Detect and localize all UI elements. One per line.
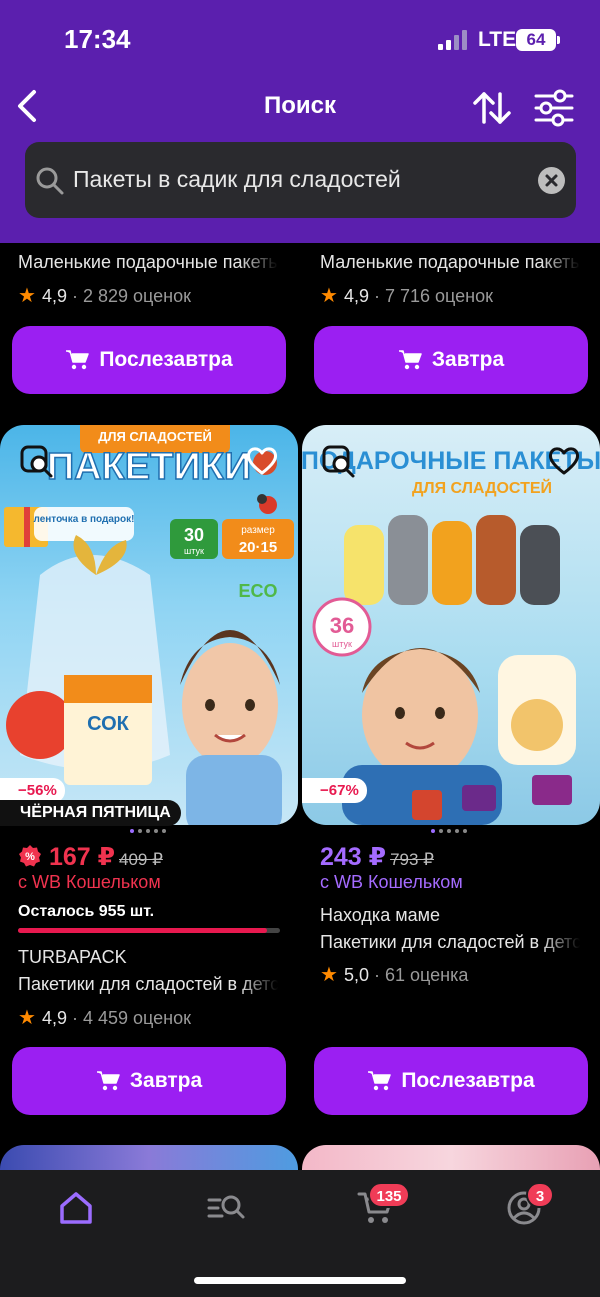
count-text: 36	[330, 613, 354, 638]
status-time: 17:34	[64, 24, 131, 54]
filter-button[interactable]	[532, 86, 576, 130]
cart-icon	[66, 350, 90, 370]
clear-search-button[interactable]	[538, 167, 565, 194]
star-icon: ★	[18, 285, 36, 307]
product-image[interactable]: ПОДАРОЧНЫЕ ПАКЕТЫ ДЛЯ СЛАДОСТЕЙ 36 штук …	[302, 425, 600, 825]
banner-text: ДЛЯ СЛАДОСТЕЙ	[98, 429, 212, 444]
count-text: 30	[184, 525, 204, 545]
price: % 167 ₽409 ₽	[18, 842, 163, 872]
heart-icon[interactable]	[548, 445, 580, 475]
star-icon: ★	[18, 1007, 36, 1029]
image-search-icon[interactable]	[322, 445, 356, 479]
star-icon: ★	[320, 964, 338, 986]
nav-bar: Поиск	[0, 82, 600, 132]
price: 243 ₽793 ₽	[320, 842, 434, 872]
image-search-icon[interactable]	[20, 445, 54, 479]
svg-text:ECO: ECO	[238, 581, 277, 601]
current-price: 167 ₽	[48, 843, 116, 871]
svg-text:штук: штук	[184, 546, 204, 556]
search-icon	[36, 167, 64, 195]
product-photo: ПОДАРОЧНЫЕ ПАКЕТЫ ДЛЯ СЛАДОСТЕЙ 36 штук	[302, 447, 600, 825]
current-price: 243 ₽	[320, 843, 387, 871]
wallet-label: с WB Кошельком	[18, 872, 161, 892]
sort-icon	[473, 92, 511, 124]
heart-icon[interactable]	[246, 445, 278, 475]
product-rating: ★ 4,9 · 2 829 оценок	[18, 285, 191, 307]
wallet-label: с WB Кошельком	[320, 872, 463, 892]
stock-progress	[18, 928, 280, 933]
svg-text:штук: штук	[332, 639, 352, 649]
product-title[interactable]: Маленькие подарочные пакеты	[18, 252, 278, 273]
subline-text: ДЛЯ СЛАДОСТЕЙ	[412, 478, 552, 497]
delivery-label: Завтра	[129, 1069, 203, 1092]
old-price: 409 ₽	[119, 850, 163, 869]
discount-badge: −67%	[302, 778, 367, 803]
add-to-cart-button[interactable]: Завтра	[12, 1047, 286, 1115]
old-price: 793 ₽	[390, 850, 434, 869]
add-to-cart-button[interactable]: Послезавтра	[314, 1047, 588, 1115]
product-photo: ДЛЯ СЛАДОСТЕЙ ПАКЕТИКИ ленточка в подаро…	[4, 425, 294, 825]
cart-icon	[398, 350, 422, 370]
product-title[interactable]: Пакетики для сладостей в детский сад	[18, 974, 278, 995]
star-icon: ★	[320, 285, 338, 307]
delivery-label: Завтра	[431, 348, 505, 371]
sort-button[interactable]	[470, 86, 514, 130]
search-input[interactable]: Пакеты в садик для сладостей	[73, 166, 401, 193]
sale-percent-icon: %	[19, 845, 41, 867]
product-rating: ★ 4,9 · 7 716 оценок	[320, 285, 493, 307]
product-image[interactable]: ДЛЯ СЛАДОСТЕЙ ПАКЕТИКИ ленточка в подаро…	[0, 425, 298, 825]
network-label: LTE	[478, 28, 517, 51]
status-bar: 17:34 LTE 64	[0, 0, 600, 80]
juice-text: СОК	[87, 713, 130, 735]
product-rating: ★ 5,0 · 61 оценка	[320, 964, 469, 986]
battery-icon: 64	[516, 29, 556, 51]
cart-icon	[96, 1071, 120, 1091]
product-title[interactable]: Пакетики для сладостей в детский сад	[320, 932, 580, 953]
svg-text:размер: размер	[241, 525, 275, 536]
catalog-search-icon[interactable]	[206, 1188, 246, 1228]
top-bar: 17:34 LTE 64 Поиск Пакеты в садик для сл…	[0, 0, 600, 243]
ribbon-text: ленточка в подарок!	[33, 514, 134, 525]
home-icon[interactable]	[56, 1188, 96, 1228]
delivery-label: Послезавтра	[401, 1069, 535, 1092]
product-rating: ★ 4,9 · 4 459 оценок	[18, 1007, 191, 1029]
delivery-label: Послезавтра	[99, 348, 233, 371]
headline-text: ПАКЕТИКИ	[47, 446, 251, 488]
svg-text:%: %	[25, 851, 35, 863]
promo-badge: ЧЁРНАЯ ПЯТНИЦА	[0, 800, 181, 826]
cart-count-badge: 135	[368, 1182, 410, 1208]
product-brand: TURBAPACK	[18, 947, 127, 967]
svg-text:20·15: 20·15	[239, 539, 277, 556]
image-pager	[130, 829, 166, 833]
add-to-cart-button[interactable]: Завтра	[314, 326, 588, 394]
add-to-cart-button[interactable]: Послезавтра	[12, 326, 286, 394]
profile-badge: 3	[526, 1182, 554, 1208]
image-pager	[431, 829, 467, 833]
signal-icon	[438, 30, 470, 50]
product-title[interactable]: Маленькие подарочные пакеты	[320, 252, 580, 273]
battery-tip	[557, 36, 560, 44]
stock-label: Осталось 955 шт.	[18, 903, 155, 920]
close-icon	[545, 174, 558, 187]
home-indicator	[194, 1277, 406, 1284]
search-field[interactable]: Пакеты в садик для сладостей	[25, 142, 576, 218]
cart-icon	[368, 1071, 392, 1091]
product-brand: Находка маме	[320, 905, 440, 925]
filter-sliders-icon	[534, 89, 574, 127]
